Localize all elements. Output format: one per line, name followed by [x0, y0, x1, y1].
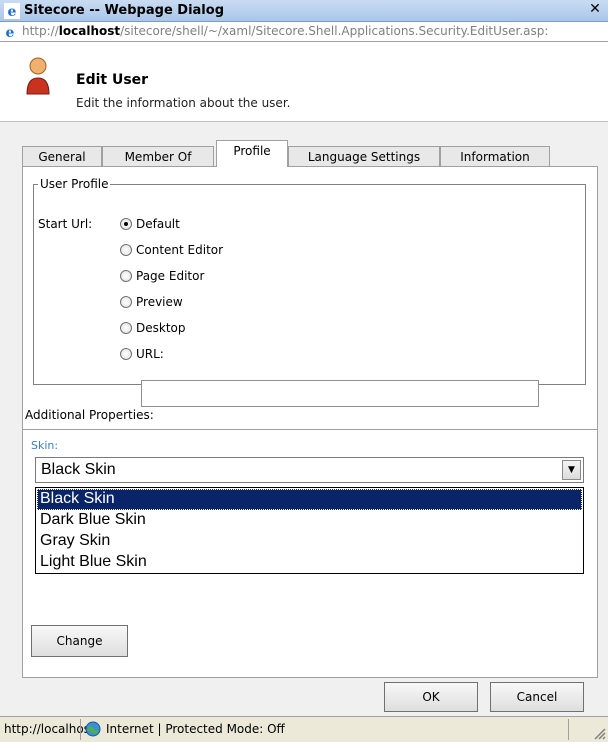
tab-member-of[interactable]: Member Of — [102, 146, 214, 167]
address-url: http://localhost/sitecore/shell/~/xaml/S… — [22, 24, 606, 38]
chevron-down-icon[interactable]: ▼ — [562, 460, 581, 480]
radio-label: Desktop — [136, 321, 186, 335]
radio-label: URL: — [136, 347, 164, 361]
start-url-label: Start Url: — [38, 217, 93, 231]
radio-circle[interactable] — [120, 270, 132, 282]
tab-profile[interactable]: Profile — [216, 140, 288, 167]
user-profile-group: User Profile Start Url: Default Content … — [33, 177, 586, 407]
skin-select[interactable]: Black Skin ▼ — [35, 457, 584, 483]
skin-option[interactable]: Black Skin — [37, 489, 582, 510]
skin-option[interactable]: Dark Blue Skin — [37, 510, 582, 531]
page-title: Edit User — [76, 72, 149, 88]
change-button[interactable]: Change — [31, 625, 128, 657]
url-path: /sitecore/shell/~/xaml/Sitecore.Shell.Ap… — [120, 24, 549, 38]
radio-label: Default — [136, 217, 180, 231]
radio-circle[interactable] — [120, 244, 132, 256]
url-host: localhost — [58, 24, 121, 38]
status-separator — [80, 719, 81, 740]
globe-icon — [85, 721, 101, 737]
close-button[interactable]: ✕ — [586, 2, 604, 19]
tab-information[interactable]: Information — [440, 146, 550, 167]
radio-circle[interactable] — [120, 296, 132, 308]
status-separator — [568, 719, 569, 740]
skin-option[interactable]: Gray Skin — [37, 531, 582, 552]
svg-text:e: e — [8, 4, 17, 19]
skin-option[interactable]: Light Blue Skin — [37, 552, 582, 573]
title-bar: e Sitecore -- Webpage Dialog ✕ — [0, 0, 608, 22]
radio-circle[interactable] — [120, 218, 132, 230]
dialog-header: Edit User Edit the information about the… — [0, 42, 608, 122]
skin-label: Skin: — [31, 439, 59, 452]
radio-circle[interactable] — [120, 322, 132, 334]
skin-dropdown-list: Black Skin Dark Blue Skin Gray Skin Ligh… — [35, 487, 584, 574]
status-url: http://localhos — [4, 722, 90, 736]
ok-button[interactable]: OK — [384, 682, 478, 712]
radio-label: Content Editor — [136, 243, 224, 257]
resize-grip-icon[interactable] — [592, 726, 606, 740]
svg-text:e: e — [6, 25, 15, 40]
page-icon: e — [6, 25, 15, 40]
cancel-button[interactable]: Cancel — [490, 682, 584, 712]
radio-label: Page Editor — [136, 269, 205, 283]
divider — [23, 429, 597, 430]
user-icon — [26, 57, 50, 95]
window-title: Sitecore -- Webpage Dialog — [24, 3, 224, 18]
address-bar: e http://localhost/sitecore/shell/~/xaml… — [0, 22, 608, 42]
radio-label: Preview — [136, 295, 183, 309]
tab-language-settings[interactable]: Language Settings — [288, 146, 440, 167]
radio-circle[interactable] — [120, 348, 132, 360]
profile-panel: User Profile Start Url: Default Content … — [22, 166, 598, 678]
tab-general[interactable]: General — [22, 146, 102, 167]
user-profile-legend: User Profile — [40, 177, 109, 191]
ie-icon: e — [4, 3, 20, 19]
skin-select-value: Black Skin — [41, 461, 116, 478]
url-input[interactable] — [141, 380, 539, 407]
status-zone: Internet | Protected Mode: Off — [106, 722, 285, 736]
url-prefix: http:// — [22, 24, 59, 38]
page-subtitle: Edit the information about the user. — [76, 96, 291, 110]
status-bar: http://localhos Internet | Protected Mod… — [0, 716, 608, 742]
additional-properties-heading: Additional Properties: — [25, 408, 154, 422]
